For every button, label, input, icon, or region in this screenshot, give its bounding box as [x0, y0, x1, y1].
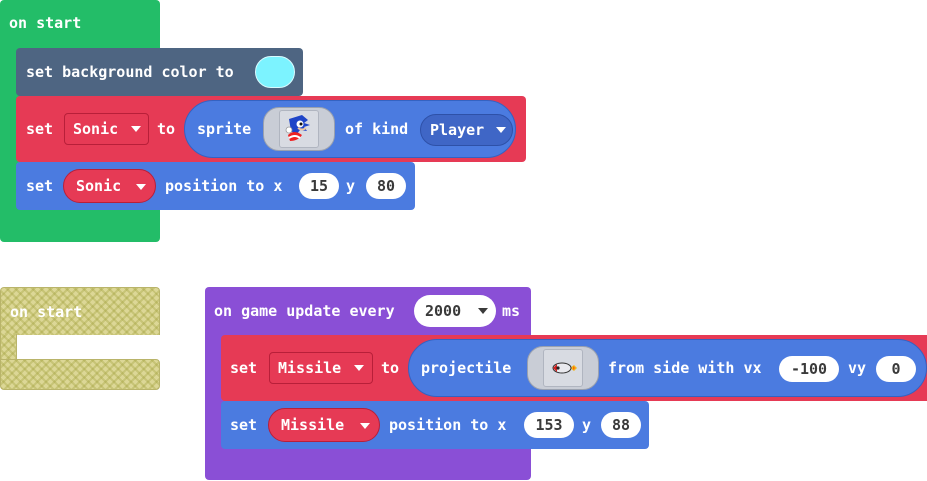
- set-background-label: set background color to: [26, 63, 234, 81]
- chevron-down-icon: [131, 126, 141, 132]
- color-swatch[interactable]: [255, 56, 295, 88]
- of-kind-label: of kind: [345, 120, 409, 138]
- set-background-color-block[interactable]: set background color to: [16, 48, 303, 96]
- interval-dropdown[interactable]: 2000: [414, 295, 496, 327]
- sonic-sprite-icon: [285, 115, 310, 141]
- variable-dropdown-sonic[interactable]: Sonic: [63, 169, 156, 203]
- ms-label: ms: [502, 302, 521, 320]
- chevron-down-icon: [496, 127, 506, 133]
- set-label: set: [230, 359, 258, 377]
- sprite-image-frame: [279, 110, 319, 148]
- variable-name: Missile: [278, 359, 342, 377]
- position-label: position to x: [389, 416, 507, 434]
- set-position-block[interactable]: set Sonic position to x 15 y 80: [16, 162, 415, 210]
- chevron-down-icon: [360, 423, 370, 429]
- vy-label: vy: [848, 359, 867, 377]
- variable-dropdown-missile[interactable]: Missile: [268, 408, 380, 442]
- y-input[interactable]: 80: [366, 173, 406, 199]
- vy-input[interactable]: 0: [876, 356, 916, 382]
- disabled-on-start-top[interactable]: on start: [0, 287, 160, 335]
- set-label: set: [26, 177, 54, 195]
- variable-dropdown-sonic[interactable]: Sonic: [64, 113, 149, 145]
- sprite-label: sprite: [197, 120, 252, 138]
- projectile-image-frame: [543, 349, 583, 387]
- projectile-expression[interactable]: projectile from side with vx -100 vy 0: [408, 339, 927, 397]
- from-side-label: from side with vx: [608, 359, 762, 377]
- missile-sprite-icon: [552, 362, 577, 374]
- on-game-update-label: on game update every: [214, 302, 395, 320]
- kind-dropdown[interactable]: Player: [420, 114, 513, 146]
- variable-dropdown-missile[interactable]: Missile: [269, 352, 373, 384]
- set-label: set: [230, 416, 258, 434]
- vx-input[interactable]: -100: [779, 356, 839, 382]
- disabled-on-start-side: [0, 334, 17, 360]
- projectile-label: projectile: [421, 359, 512, 377]
- interval-value: 2000: [425, 302, 462, 320]
- set-label: set: [26, 120, 54, 138]
- disabled-on-start-bottom: [0, 359, 160, 390]
- sprite-expression[interactable]: sprite of kind Player: [184, 100, 516, 158]
- chevron-down-icon: [478, 308, 488, 314]
- chevron-down-icon: [354, 365, 364, 371]
- position-label: position to x: [165, 177, 283, 195]
- on-start-label: on start: [9, 14, 82, 32]
- y-label: y: [582, 416, 592, 434]
- set-sprite-block[interactable]: set Sonic to sprite of kind Player: [16, 96, 526, 162]
- sprite-image-picker[interactable]: [263, 107, 335, 151]
- x-input[interactable]: 153: [524, 412, 574, 438]
- to-label: to: [381, 359, 400, 377]
- projectile-image-picker[interactable]: [527, 346, 599, 390]
- kind-value: Player: [430, 121, 485, 139]
- y-label: y: [346, 177, 356, 195]
- x-input[interactable]: 15: [299, 173, 339, 199]
- chevron-down-icon: [136, 184, 146, 190]
- variable-name: Sonic: [76, 177, 122, 195]
- set-projectile-block[interactable]: set Missile to projectile from side with…: [221, 335, 927, 401]
- on-start-label: on start: [10, 303, 83, 321]
- to-label: to: [157, 120, 176, 138]
- y-input[interactable]: 88: [601, 412, 641, 438]
- variable-name: Sonic: [73, 120, 119, 138]
- variable-name: Missile: [281, 416, 345, 434]
- set-position-block[interactable]: set Missile position to x 153 y 88: [221, 401, 649, 449]
